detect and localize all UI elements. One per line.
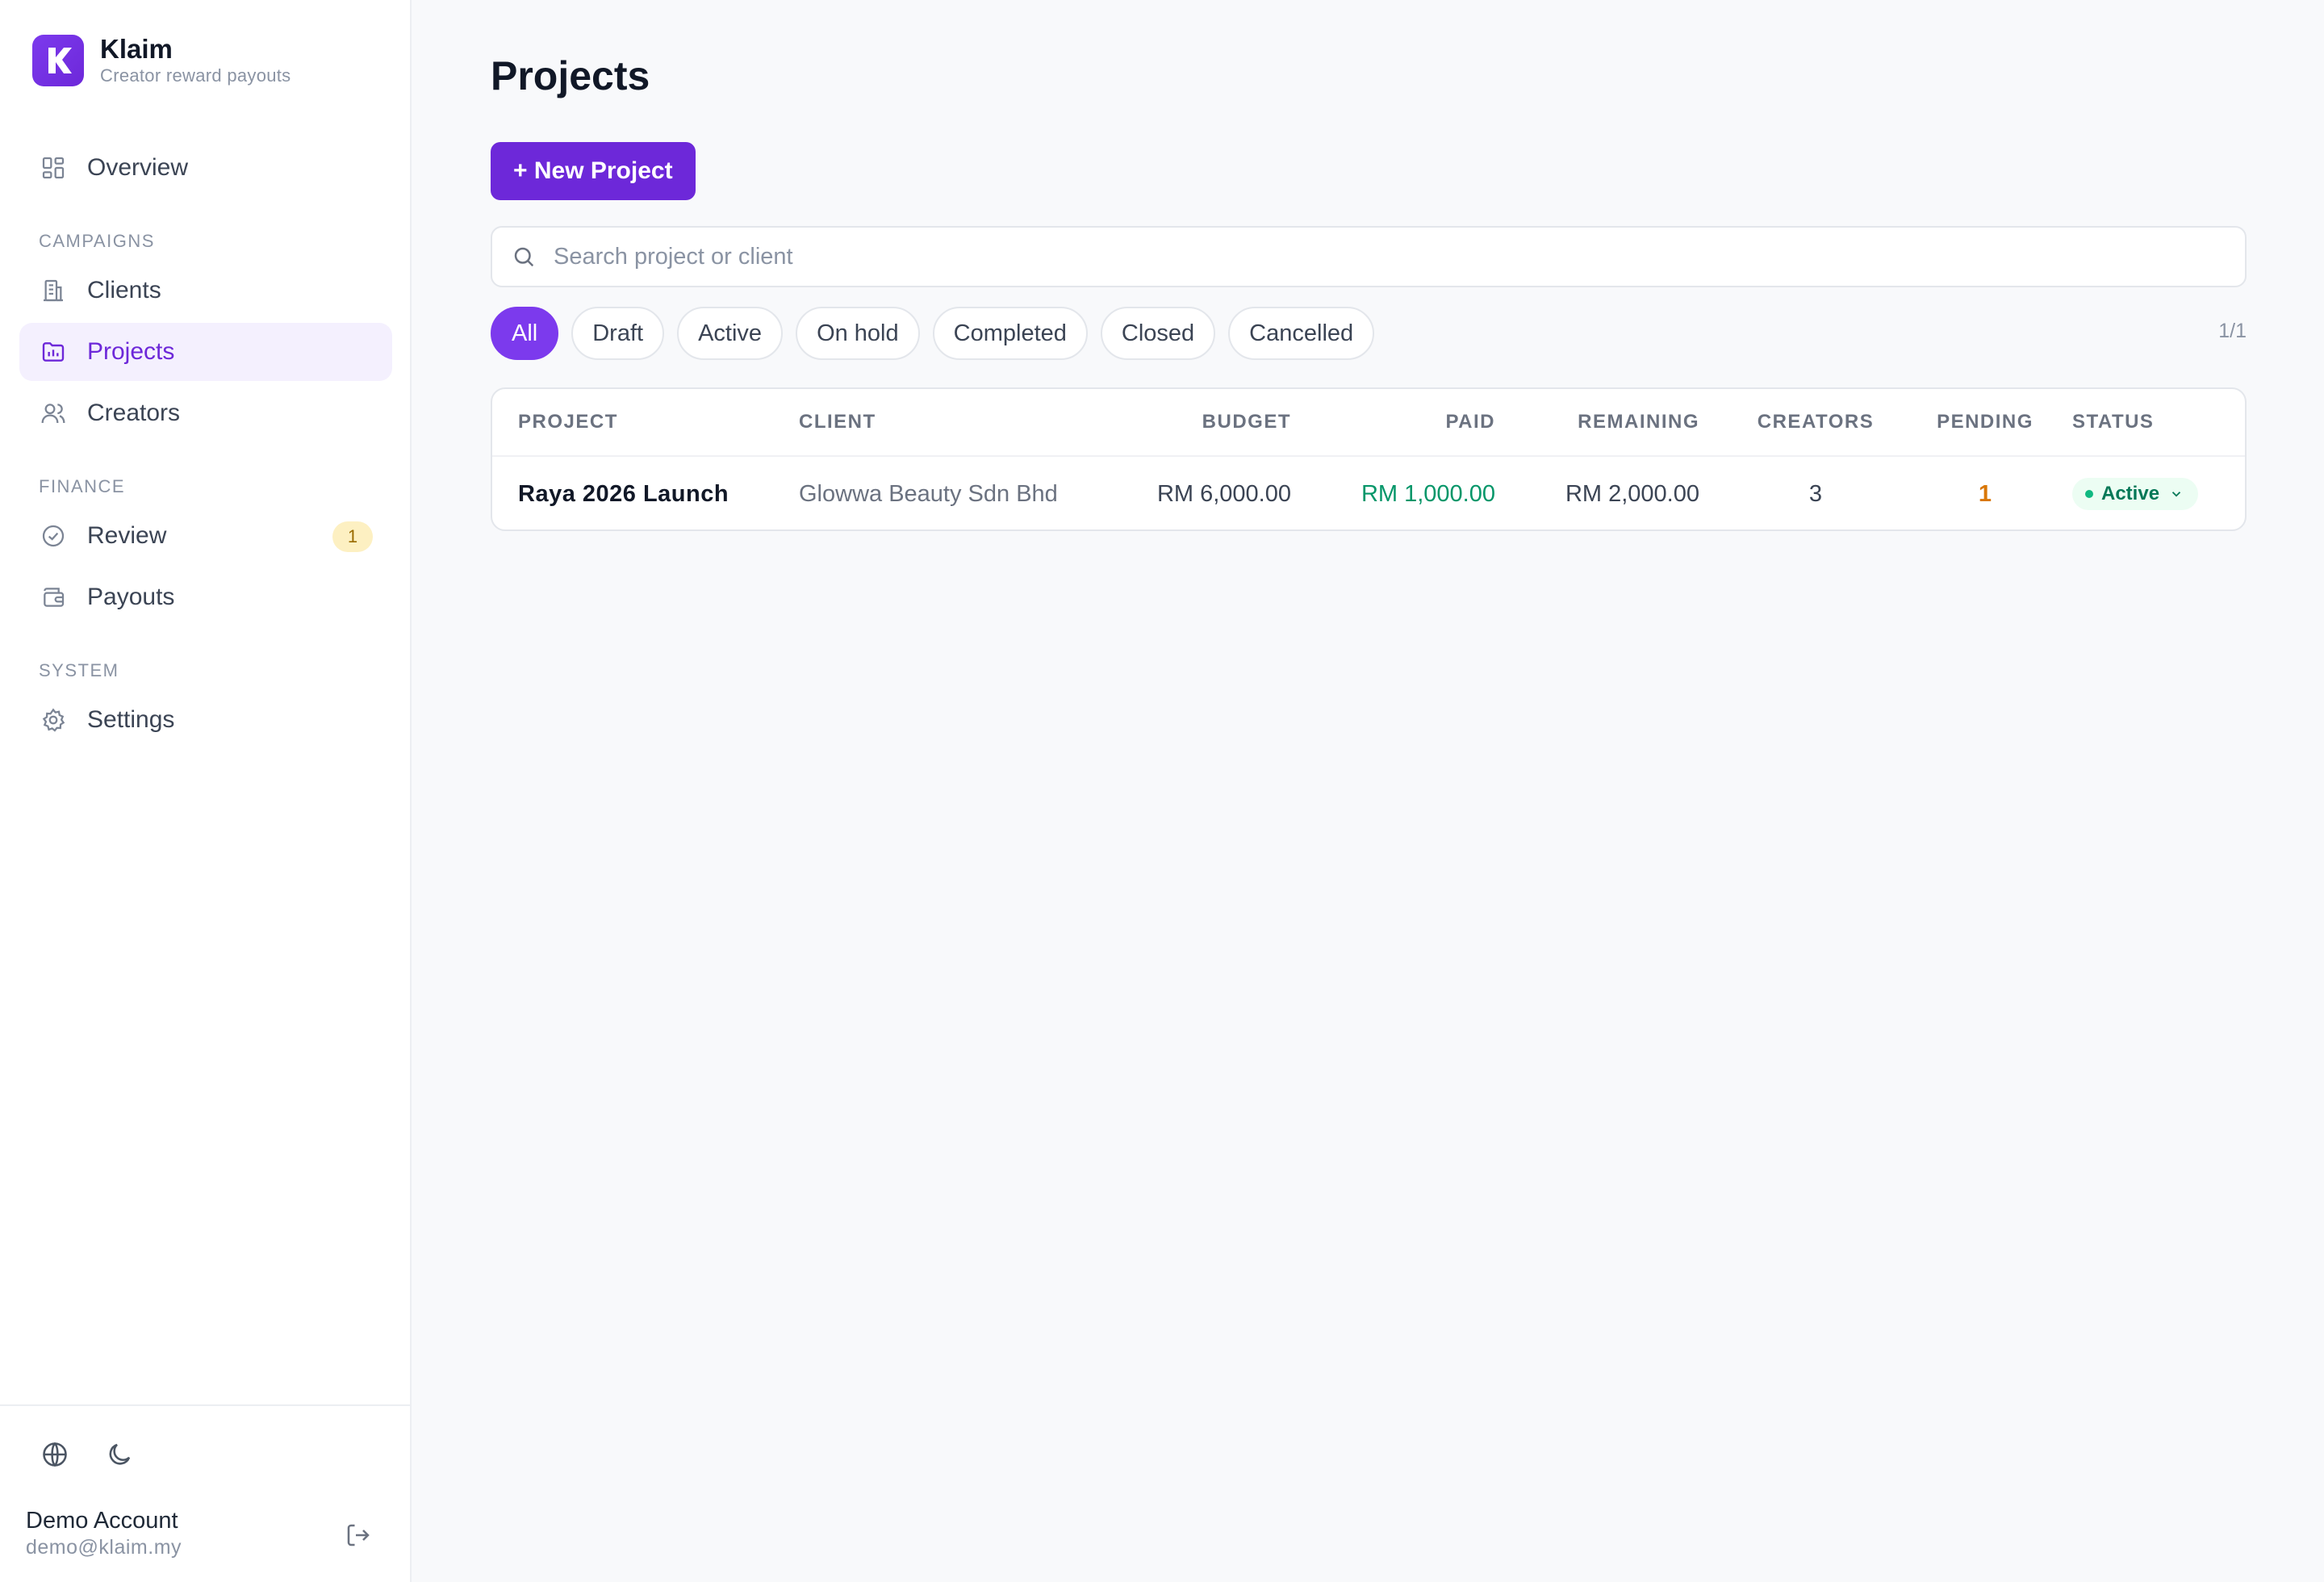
filter-all[interactable]: All (491, 307, 559, 360)
sidebar-item-label: Review (87, 522, 167, 549)
brand[interactable]: Klaim Creator reward payouts (32, 34, 290, 87)
filter-draft[interactable]: Draft (571, 307, 665, 360)
column-header-status[interactable]: STATUS (2072, 389, 2154, 455)
column-header-client[interactable]: CLIENT (799, 389, 876, 455)
new-project-button[interactable]: + New Project (491, 142, 696, 200)
section-finance: FINANCE (39, 476, 126, 496)
sidebar-item-label: Settings (87, 706, 175, 733)
review-count-badge: 1 (332, 521, 373, 552)
sidebar-footer: Demo Account demo@klaim.my (0, 1404, 410, 1582)
logout-icon[interactable] (342, 1519, 374, 1551)
page-count: 1/1 (2218, 320, 2247, 342)
table-row[interactable]: Raya 2026 Launch Glowwa Beauty Sdn Bhd R… (492, 457, 2245, 531)
search-bar (491, 226, 2247, 287)
status-label: Active (2101, 483, 2160, 504)
filter-active[interactable]: Active (677, 307, 784, 360)
sidebar: Klaim Creator reward payouts Overview CA… (0, 0, 412, 1582)
sidebar-item-projects[interactable]: Projects (19, 323, 392, 381)
filter-cancelled[interactable]: Cancelled (1228, 307, 1375, 360)
wallet-icon (39, 583, 68, 612)
status-dropdown[interactable]: Active (2072, 478, 2199, 510)
sidebar-item-creators[interactable]: Creators (19, 384, 392, 442)
sidebar-item-overview[interactable]: Overview (19, 139, 392, 197)
moon-icon[interactable] (103, 1438, 136, 1471)
dashboard-icon (39, 153, 68, 182)
sidebar-item-review[interactable]: Review 1 (19, 507, 392, 565)
search-icon (510, 243, 537, 270)
sidebar-nav: Overview CAMPAIGNS Clients Projects Crea… (19, 139, 392, 752)
budget-value: RM 6,000.00 (1156, 480, 1291, 507)
sidebar-item-label: Projects (87, 338, 175, 365)
account-info: Demo Account demo@klaim.my (26, 1506, 182, 1559)
check-circle-icon (39, 521, 68, 550)
filter-on-hold[interactable]: On hold (796, 307, 920, 360)
sidebar-item-payouts[interactable]: Payouts (19, 568, 392, 626)
folder-chart-icon (39, 337, 68, 366)
chevron-down-icon (2169, 487, 2184, 501)
creators-count: 3 (1808, 480, 1823, 507)
search-input[interactable] (554, 243, 2087, 270)
page-title: Projects (491, 53, 650, 98)
account-email: demo@klaim.my (26, 1536, 182, 1559)
filter-closed[interactable]: Closed (1100, 307, 1216, 360)
sidebar-item-label: Payouts (87, 584, 175, 610)
column-header-project[interactable]: PROJECT (518, 389, 618, 455)
column-header-creators[interactable]: CREATORS (1751, 389, 1880, 455)
klaim-logo-icon (32, 35, 84, 86)
status-filters: All Draft Active On hold Completed Close… (491, 307, 1387, 360)
users-icon (39, 399, 68, 428)
sidebar-item-label: Creators (87, 400, 181, 426)
paid-value: RM 1,000.00 (1361, 480, 1495, 507)
sidebar-item-label: Clients (87, 277, 161, 303)
column-header-remaining[interactable]: REMAINING (1578, 389, 1699, 455)
column-header-budget[interactable]: BUDGET (1202, 389, 1291, 455)
section-campaigns: CAMPAIGNS (39, 231, 155, 251)
remaining-value: RM 2,000.00 (1565, 480, 1699, 507)
account-name: Demo Account (26, 1508, 178, 1534)
brand-subtitle: Creator reward payouts (100, 65, 291, 86)
sidebar-item-settings[interactable]: Settings (19, 691, 392, 749)
filter-completed[interactable]: Completed (932, 307, 1088, 360)
status-dot-icon (2085, 490, 2093, 498)
projects-table: PROJECT CLIENT BUDGET PAID REMAINING CRE… (491, 387, 2247, 531)
pending-count: 1 (1978, 480, 1992, 507)
sidebar-item-label: Overview (87, 154, 189, 181)
status-cell: Active (2072, 457, 2199, 531)
project-name[interactable]: Raya 2026 Launch (518, 457, 729, 531)
gear-icon (39, 705, 68, 734)
table-header: PROJECT CLIENT BUDGET PAID REMAINING CRE… (492, 389, 2245, 457)
section-system: SYSTEM (39, 660, 119, 680)
client-name: Glowwa Beauty Sdn Bhd (799, 480, 1058, 507)
sidebar-item-clients[interactable]: Clients (19, 262, 392, 320)
building-icon (39, 276, 68, 305)
brand-name: Klaim (100, 34, 173, 64)
column-header-paid[interactable]: PAID (1445, 389, 1495, 455)
column-header-pending[interactable]: PENDING (1921, 389, 2050, 455)
globe-icon[interactable] (39, 1438, 71, 1471)
